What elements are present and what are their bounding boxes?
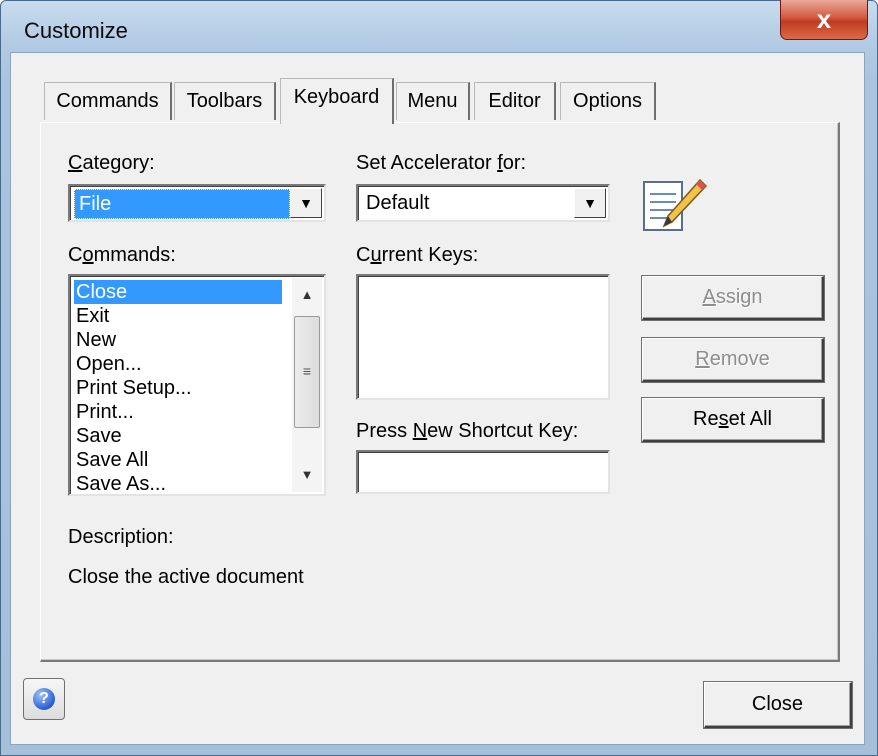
tab-editor[interactable]: Editor bbox=[474, 82, 556, 120]
reset-all-button[interactable]: Reset All bbox=[642, 398, 824, 442]
tab-menu[interactable]: Menu bbox=[396, 82, 470, 120]
tab-toolbars[interactable]: Toolbars bbox=[174, 82, 276, 120]
description-text: Close the active document bbox=[68, 566, 304, 588]
category-value: File bbox=[74, 189, 290, 219]
category-dropdown-button[interactable]: ▼ bbox=[290, 188, 322, 218]
commands-scrollbar[interactable]: ▲ ≡ ▼ bbox=[292, 278, 322, 492]
scroll-down-icon[interactable]: ▼ bbox=[292, 462, 322, 488]
scrollbar-thumb[interactable]: ≡ bbox=[294, 316, 320, 428]
chevron-down-icon: ▼ bbox=[583, 195, 597, 211]
tab-options[interactable]: Options bbox=[560, 82, 656, 120]
list-item[interactable]: Close bbox=[74, 280, 282, 304]
scroll-up-icon[interactable]: ▲ bbox=[292, 282, 322, 308]
category-combo[interactable]: File ▼ bbox=[68, 184, 326, 222]
list-item[interactable]: Print... bbox=[74, 400, 282, 424]
list-item[interactable]: Save As... bbox=[74, 472, 282, 494]
current-keys-label: Current Keys: bbox=[356, 244, 479, 266]
close-button[interactable]: Close bbox=[704, 682, 852, 728]
commands-label: Commands: bbox=[68, 244, 176, 266]
close-window-button[interactable]: x bbox=[780, 0, 868, 40]
close-icon: x bbox=[816, 4, 832, 34]
assign-button[interactable]: Assign bbox=[642, 276, 824, 320]
chevron-down-icon: ▼ bbox=[299, 195, 313, 211]
window-title: Customize bbox=[24, 18, 128, 43]
list-item[interactable]: Exit bbox=[74, 304, 282, 328]
commands-list[interactable]: Close Exit New Open... Print Setup... Pr… bbox=[68, 274, 326, 496]
list-item[interactable]: Open... bbox=[74, 352, 282, 376]
set-accelerator-dropdown-button[interactable]: ▼ bbox=[574, 188, 606, 218]
list-item[interactable]: Print Setup... bbox=[74, 376, 282, 400]
category-label: Category: bbox=[68, 152, 155, 174]
list-item[interactable]: Save All bbox=[74, 448, 282, 472]
description-label: Description: bbox=[68, 526, 174, 548]
help-button[interactable]: ? bbox=[23, 678, 65, 720]
list-item[interactable]: Save bbox=[74, 424, 282, 448]
help-icon: ? bbox=[33, 688, 55, 710]
set-accelerator-label: Set Accelerator for: bbox=[356, 152, 527, 174]
remove-button[interactable]: Remove bbox=[642, 338, 824, 382]
tab-commands[interactable]: Commands bbox=[44, 82, 172, 120]
list-item[interactable]: New bbox=[74, 328, 282, 352]
current-keys-list[interactable] bbox=[356, 274, 610, 400]
new-shortcut-input[interactable] bbox=[356, 450, 610, 494]
set-accelerator-combo[interactable]: Default ▼ bbox=[356, 184, 610, 222]
set-accelerator-value: Default bbox=[366, 192, 430, 214]
tab-keyboard[interactable]: Keyboard bbox=[280, 78, 394, 124]
press-new-shortcut-label: Press New Shortcut Key: bbox=[356, 420, 579, 442]
notepad-pencil-icon bbox=[643, 178, 708, 231]
